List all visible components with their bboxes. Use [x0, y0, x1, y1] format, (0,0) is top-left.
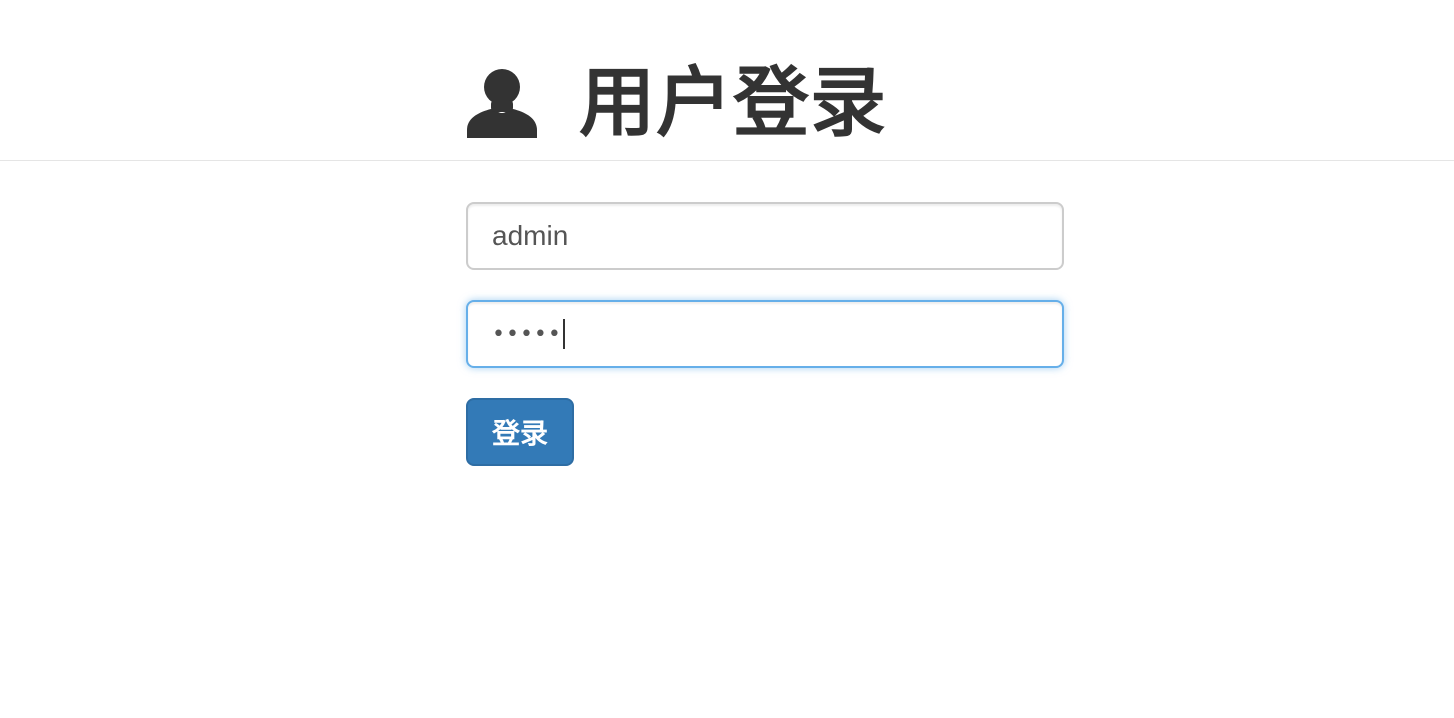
user-icon: [467, 69, 537, 138]
login-page: 用户登录 admin ••••• 登录: [0, 0, 1454, 718]
login-button-label: 登录: [491, 417, 548, 450]
login-form: admin ••••• 登录: [466, 202, 1064, 466]
page-header: 用户登录: [0, 0, 1454, 161]
header-title-row: 用户登录: [465, 58, 887, 148]
page-title: 用户登录: [579, 58, 887, 147]
password-value: •••••: [492, 321, 562, 347]
password-input[interactable]: •••••: [466, 300, 1064, 368]
login-button[interactable]: 登录: [466, 398, 574, 466]
text-caret: [562, 319, 565, 349]
username-input[interactable]: admin: [466, 202, 1064, 270]
username-value: admin: [492, 220, 569, 251]
